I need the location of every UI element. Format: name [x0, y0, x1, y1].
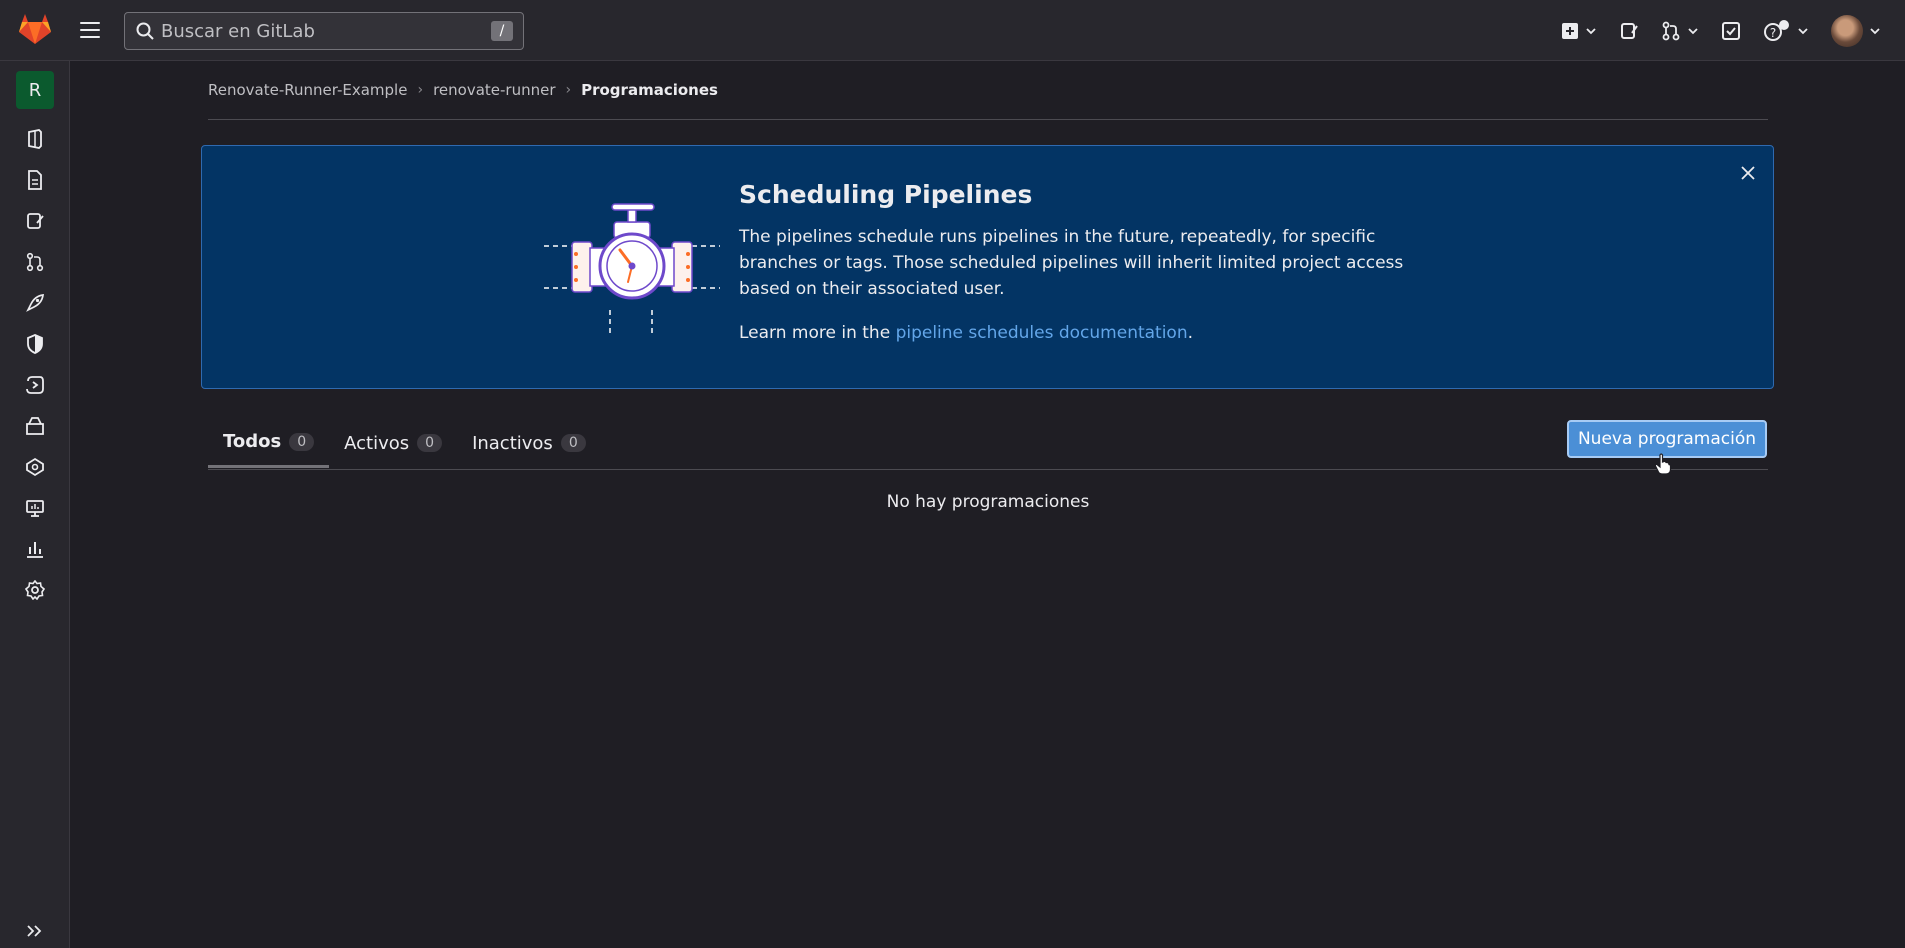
hamburger-menu-icon[interactable]	[76, 16, 104, 44]
tab-count-badge: 0	[417, 434, 443, 452]
learn-more-prefix: Learn more in the	[739, 323, 896, 343]
project-avatar[interactable]: R	[16, 71, 54, 109]
expand-sidebar-icon[interactable]	[24, 920, 46, 942]
hand-pointer-cursor-icon	[1654, 453, 1672, 475]
todos-button[interactable]	[1721, 21, 1741, 41]
tab-label: Inactivos	[472, 432, 553, 454]
tab-label: Todos	[223, 431, 282, 452]
breadcrumb-current[interactable]: Programaciones	[581, 81, 718, 99]
top-bar: Buscar en GitLab / ?	[0, 0, 1905, 61]
banner-learn-more: Learn more in the pipeline schedules doc…	[739, 323, 1193, 343]
divider	[208, 119, 1768, 120]
divider	[208, 469, 1768, 470]
user-avatar	[1831, 14, 1863, 47]
breadcrumb-project-link[interactable]: renovate-runner	[433, 81, 555, 99]
search-input[interactable]: Buscar en GitLab /	[124, 12, 524, 50]
help-button[interactable]: ?	[1763, 19, 1809, 42]
issues-button[interactable]	[1619, 21, 1639, 41]
learn-more-suffix: .	[1187, 323, 1194, 343]
breadcrumb: Renovate-Runner-Example › renovate-runne…	[208, 81, 718, 99]
chevron-right-icon: ›	[417, 82, 424, 98]
tab-activos[interactable]: Activos 0	[329, 418, 457, 468]
help-icon: ?	[1764, 19, 1789, 41]
breadcrumb-group-link[interactable]: Renovate-Runner-Example	[208, 81, 407, 99]
svg-text:?: ?	[1770, 26, 1776, 40]
scheduling-pipelines-banner: Scheduling Pipelines The pipelines sched…	[201, 145, 1774, 389]
tab-inactivos[interactable]: Inactivos 0	[457, 418, 601, 468]
issues-icon[interactable]	[23, 168, 47, 192]
monitor-icon[interactable]	[23, 455, 47, 479]
chevron-down-icon	[1688, 27, 1698, 34]
search-shortcut-key: /	[491, 21, 513, 41]
analytics-icon[interactable]	[23, 496, 47, 520]
pipeline-schedules-docs-link[interactable]: pipeline schedules documentation	[896, 323, 1188, 343]
gitlab-logo-icon[interactable]	[18, 13, 52, 45]
security-shield-icon[interactable]	[23, 332, 47, 356]
chevron-down-icon	[1798, 27, 1808, 34]
plus-square-icon	[1562, 22, 1578, 39]
chart-icon[interactable]	[23, 537, 47, 561]
todo-checkbox-icon	[1722, 21, 1740, 40]
pipeline-schedule-illustration	[544, 203, 720, 336]
deploy-rocket-icon[interactable]	[23, 291, 47, 315]
merge-request-icon	[1662, 21, 1680, 40]
user-menu-button[interactable]	[1831, 14, 1881, 47]
chevron-down-icon	[1586, 27, 1596, 34]
chevron-down-icon	[1870, 27, 1880, 34]
settings-gear-icon[interactable]	[23, 578, 47, 602]
create-new-button[interactable]	[1561, 22, 1597, 40]
top-bar-actions: ?	[1561, 0, 1905, 61]
packages-icon[interactable]	[23, 414, 47, 438]
tab-todos[interactable]: Todos 0	[208, 418, 330, 468]
issues-icon	[1621, 22, 1638, 39]
left-sidebar: R	[0, 61, 70, 948]
close-icon[interactable]	[1737, 162, 1759, 184]
tab-count-badge: 0	[560, 434, 586, 452]
schedule-filter-tabs: Todos 0 Activos 0 Inactivos 0	[208, 418, 601, 470]
search-icon	[136, 22, 154, 40]
operate-icon[interactable]	[23, 373, 47, 397]
merge-requests-icon[interactable]	[23, 250, 47, 274]
issue-board-icon[interactable]	[23, 209, 47, 233]
merge-requests-button[interactable]	[1661, 21, 1699, 41]
search-placeholder: Buscar en GitLab	[161, 20, 315, 42]
empty-state-message: No hay programaciones	[886, 492, 1090, 512]
tab-count-badge: 0	[289, 432, 315, 451]
project-overview-icon[interactable]	[23, 127, 47, 151]
tab-label: Activos	[344, 432, 410, 454]
banner-description: The pipelines schedule runs pipelines in…	[739, 227, 1404, 299]
banner-title: Scheduling Pipelines	[739, 180, 1033, 209]
chevron-right-icon: ›	[565, 82, 572, 98]
